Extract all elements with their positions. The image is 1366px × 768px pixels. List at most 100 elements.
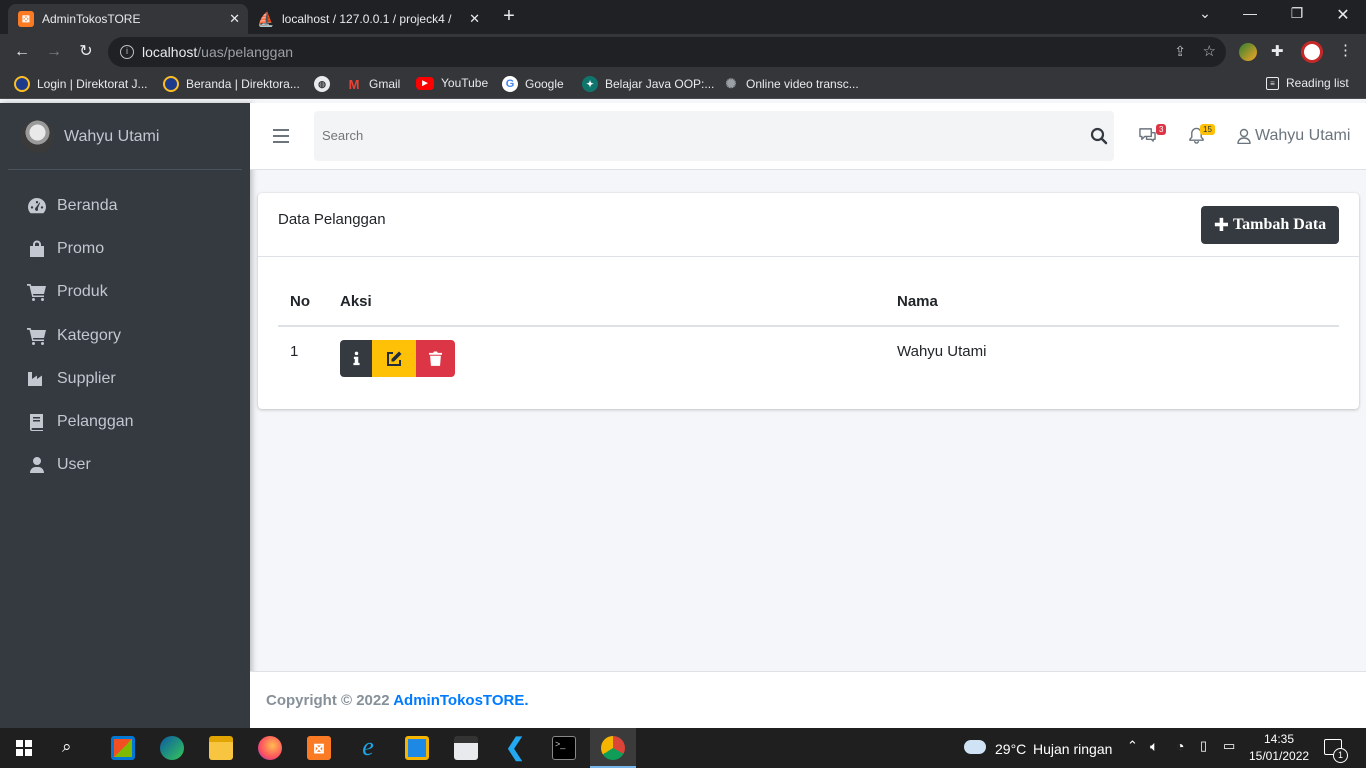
tab-title: AdminTokosTORE [42,12,141,26]
google-icon: G [502,76,518,92]
extension-icon[interactable] [1239,43,1257,61]
bookmark-item[interactable]: ✦ Belajar Java OOP:... [582,76,714,92]
delete-button[interactable] [416,340,455,377]
bookmark-item[interactable]: Login | Direktorat J... [14,76,148,92]
industry-icon [28,372,42,386]
copyright-text: Copyright © 2022 AdminTokosTORE. [266,692,529,709]
column-header-nama: Nama [897,293,938,310]
youtube-icon: ▶ [416,76,434,90]
detail-button[interactable] [340,340,372,377]
sidebar-item-promo[interactable]: Promo [27,234,242,264]
comments-icon [1139,128,1156,142]
messages-badge: 3 [1156,124,1167,135]
url-text: localhost/uas/pelanggan [142,44,294,60]
customer-data-card: Data Pelanggan ✚ Tambah Data No Aksi Nam… [258,193,1359,409]
volume-icon[interactable]: 🔈︎ [1150,738,1158,755]
user-icon [1237,128,1251,144]
search-icon[interactable]: ⌕ [62,737,72,757]
site-info-icon[interactable]: i [120,45,134,59]
user-menu[interactable]: Wahyu Utami [1236,127,1350,145]
weather-cloud-icon[interactable] [964,740,986,754]
minimize-button[interactable]: — [1230,5,1270,27]
cart-icon [27,328,46,345]
chevron-up-icon[interactable]: ⌃ [1127,738,1138,754]
firefox-icon[interactable] [258,736,282,760]
tab-title: localhost / 127.0.0.1 / projeck4 / [282,12,452,26]
reload-button[interactable]: ↻ [74,40,98,64]
forward-button[interactable]: → [42,40,66,64]
sidebar-item-supplier[interactable]: Supplier [27,364,242,394]
bookmarks-bar: Login | Direktorat J... Beranda | Direkt… [0,70,1366,99]
sidebar-item-pelanggan[interactable]: Pelanggan [27,407,242,437]
tab-admin[interactable]: ⊠ AdminTokosTORE ✕ [8,4,248,34]
footer: Copyright © 2022 AdminTokosTORE. [250,671,1366,728]
sidebar-user-panel[interactable]: Wahyu Utami [8,103,242,170]
phone-link-icon[interactable]: ▯ [1200,738,1207,754]
notifications-button[interactable]: 15 [1188,124,1216,147]
add-data-button[interactable]: ✚ Tambah Data [1201,206,1339,244]
sidebar: Wahyu Utami Beranda Promo Produk Kategor… [0,103,250,728]
sidebar-item-beranda[interactable]: Beranda [27,191,242,221]
plus-icon: ✚ [1213,214,1229,236]
terminal-icon[interactable]: >_ [552,736,576,760]
edit-button[interactable] [372,340,416,377]
sidebar-item-label: Promo [57,240,105,257]
clock-time[interactable]: 14:35 [1264,732,1294,746]
close-window-button[interactable]: ✕ [1323,5,1363,27]
browser-toolbar: ← → ↻ i localhost/uas/pelanggan ⇪ ☆ ✚ ⋮ [0,34,1366,70]
bookmark-gmail[interactable]: M Gmail [346,76,401,92]
battery-icon[interactable]: ▭ [1223,738,1235,754]
gmail-icon: M [348,76,360,92]
bookmark-item[interactable]: ✺ Online video transc... [723,76,859,92]
tab-search-icon[interactable]: ⌄ [1185,5,1225,27]
bookmark-youtube[interactable]: ▶ YouTube [416,76,488,90]
close-tab-icon[interactable]: ✕ [229,11,240,27]
vscode-icon[interactable]: ❮ [503,736,527,760]
sidebar-item-produk[interactable]: Produk [27,277,242,307]
globe-icon: ◍ [314,76,330,92]
weather-temp[interactable]: 29°C [995,741,1026,757]
column-header-aksi: Aksi [340,293,372,310]
user-icon [30,457,44,473]
menu-kebab-icon[interactable]: ⋮ [1338,41,1353,59]
footer-brand-link[interactable]: AdminTokosTORE. [393,692,528,709]
clapper-icon[interactable] [454,736,478,760]
back-button[interactable]: ← [10,40,34,64]
chrome-icon [601,736,625,760]
media-player-icon[interactable] [405,736,429,760]
restore-button[interactable]: ❐ [1277,5,1317,27]
messages-button[interactable]: 3 [1138,124,1167,147]
bookmark-item[interactable]: Beranda | Direktora... [163,76,300,92]
chrome-taskbar-item[interactable] [590,728,636,768]
sidebar-item-label: Supplier [57,370,116,387]
extensions-puzzle-icon[interactable]: ✚ [1271,42,1284,60]
clock-date[interactable]: 15/01/2022 [1249,749,1309,763]
windows-start-icon[interactable] [16,740,32,756]
hamburger-menu-icon[interactable] [273,129,289,143]
store-icon[interactable] [111,736,135,760]
file-explorer-icon[interactable] [209,736,233,760]
bookmark-google[interactable]: G Google [502,76,564,92]
column-header-no: No [290,293,310,310]
address-bar[interactable]: i localhost/uas/pelanggan ⇪ ☆ [108,37,1226,67]
wifi-icon[interactable]: ◔ [1176,738,1184,754]
share-icon[interactable]: ⇪ [1174,43,1186,60]
weather-desc[interactable]: Hujan ringan [1033,741,1112,757]
topnav-username: Wahyu Utami [1255,127,1351,144]
bookmark-item[interactable]: ◍ [314,76,337,92]
close-tab-icon[interactable]: ✕ [469,11,480,27]
xampp-icon[interactable]: ⊠ [307,736,331,760]
tab-phpmyadmin[interactable]: ⛵ localhost / 127.0.0.1 / projeck4 / ✕ [248,4,488,34]
sidebar-item-user[interactable]: User [27,450,242,480]
sidebar-item-label: User [57,456,91,473]
reading-list[interactable]: ≡ Reading list [1266,76,1349,90]
sidebar-item-kategory[interactable]: Kategory [27,321,242,351]
new-tab-button[interactable]: + [497,4,521,28]
bookmark-star-icon[interactable]: ☆ [1203,42,1216,60]
edge-icon[interactable] [160,736,184,760]
profile-avatar[interactable] [1301,41,1323,63]
sidebar-item-label: Produk [57,283,108,300]
search-icon[interactable] [1090,127,1108,145]
internet-explorer-icon[interactable]: e [356,734,380,760]
search-input[interactable] [322,128,1022,143]
